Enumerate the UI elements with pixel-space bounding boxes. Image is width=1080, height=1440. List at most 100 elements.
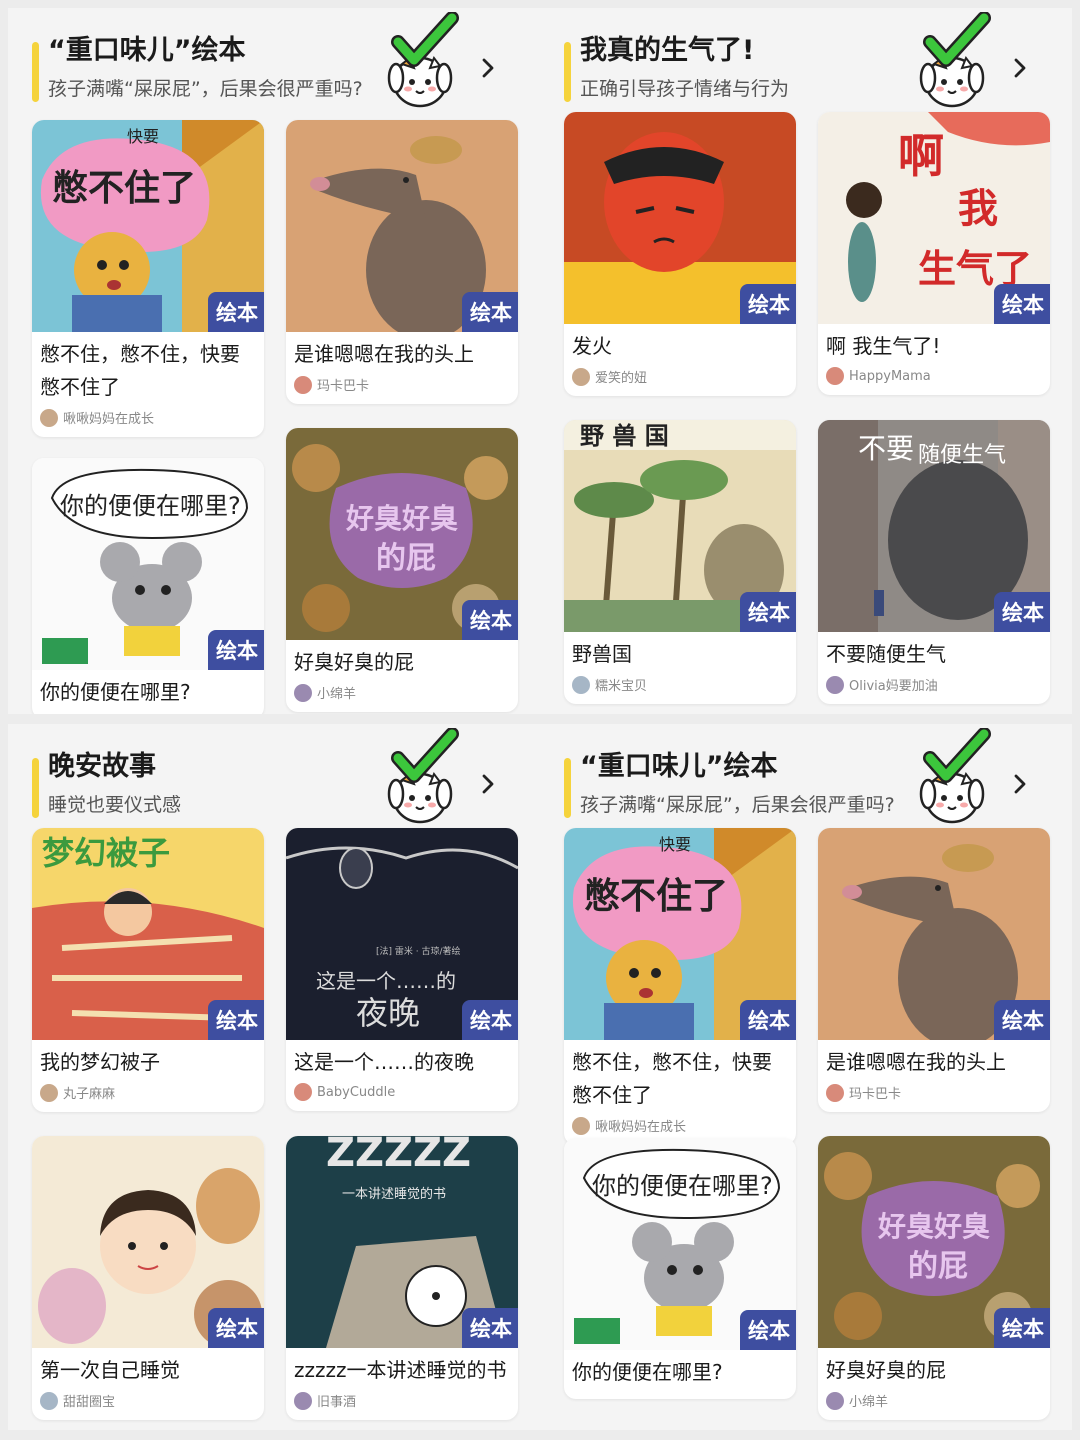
cat-checkmark-icon <box>912 728 994 826</box>
book-card[interactable]: 绘本 你的便便在哪里? <box>32 458 264 714</box>
author-row: Olivia妈要加油 <box>826 675 1042 694</box>
cover-fa-huo[interactable]: 绘本 <box>564 112 796 324</box>
author-name: Olivia妈要加油 <box>849 679 938 694</box>
cover-first-sleep[interactable]: 绘本 <box>32 1136 264 1348</box>
picture-book-badge: 绘本 <box>208 1000 264 1040</box>
book-card[interactable]: 绘本 发火 爱笑的妞 <box>564 112 796 396</box>
cover-dream-quilt[interactable]: 绘本 <box>32 828 264 1040</box>
collection-header[interactable]: “重口味儿”绘本 孩子满嘴“屎尿屁”，后果会很严重吗? <box>540 724 1072 836</box>
book-card[interactable]: 绘本 憋不住，憋不住，快要憋不住了 啾啾妈妈在成长 <box>32 120 264 437</box>
avatar <box>572 367 590 386</box>
chevron-right-icon[interactable] <box>474 54 502 82</box>
collection-panel: “重口味儿”绘本 孩子满嘴“屎尿屁”，后果会很严重吗? 绘本 憋不住，憋不住，快… <box>8 8 540 714</box>
book-card[interactable]: 绘本 啊 我生气了! HappyMama <box>818 112 1050 395</box>
collection-header[interactable]: “重口味儿”绘本 孩子满嘴“屎尿屁”，后果会很严重吗? <box>8 8 540 120</box>
cover-wild-things[interactable]: 绘本 <box>564 420 796 632</box>
cover-mole[interactable]: 绘本 <box>286 120 518 332</box>
book-title[interactable]: 憋不住，憋不住，快要憋不住了 <box>572 1046 788 1112</box>
book-title[interactable]: 憋不住，憋不住，快要憋不住了 <box>40 338 256 404</box>
book-card[interactable]: 绘本 我的梦幻被子 丸子麻麻 <box>32 828 264 1112</box>
avatar <box>40 1391 58 1410</box>
book-title[interactable]: 是谁嗯嗯在我的头上 <box>294 338 510 371</box>
picture-book-badge: 绘本 <box>208 292 264 332</box>
cover-mole[interactable]: 绘本 <box>818 828 1050 1040</box>
author-name: 旧事酒 <box>317 1395 357 1410</box>
accent-bar <box>32 42 39 102</box>
book-title[interactable]: 好臭好臭的屁 <box>294 646 510 679</box>
cover-fart[interactable]: 绘本 <box>286 428 518 640</box>
book-title[interactable]: 这是一个……的夜晚 <box>294 1046 510 1079</box>
book-card[interactable]: 绘本 第一次自己睡觉 甜甜圈宝 <box>32 1136 264 1420</box>
collection-title: 我真的生气了! <box>580 35 755 66</box>
book-title[interactable]: zzzzz一本讲述睡觉的书 <box>294 1354 510 1387</box>
avatar <box>294 1391 312 1410</box>
author-name: 小绵羊 <box>849 1395 889 1410</box>
avatar <box>40 1083 58 1102</box>
cover-bie-bu-zhu[interactable]: 绘本 <box>32 120 264 332</box>
cover-poop-mouse[interactable]: 绘本 <box>564 1138 796 1350</box>
picture-book-badge: 绘本 <box>740 1000 796 1040</box>
avatar <box>572 675 590 694</box>
collection-panel: “重口味儿”绘本 孩子满嘴“屎尿屁”，后果会很严重吗? 绘本 憋不住，憋不住，快… <box>540 724 1072 1430</box>
book-card[interactable]: 绘本 你的便便在哪里? <box>564 1138 796 1399</box>
book-card[interactable]: 绘本 憋不住，憋不住，快要憋不住了 啾啾妈妈在成长 <box>564 828 796 1145</box>
avatar <box>826 367 844 385</box>
book-title[interactable]: 野兽国 <box>572 638 788 671</box>
author-name: BabyCuddle <box>317 1084 396 1100</box>
collection-title: “重口味儿”绘本 <box>580 751 778 782</box>
accent-bar <box>564 758 571 818</box>
chevron-right-icon[interactable] <box>1006 54 1034 82</box>
picture-book-badge: 绘本 <box>208 1308 264 1348</box>
book-card[interactable]: 绘本 好臭好臭的屁 小绵羊 <box>286 428 518 712</box>
cover-night[interactable]: 绘本 <box>286 828 518 1040</box>
picture-book-badge: 绘本 <box>462 292 518 332</box>
author-row: 啾啾妈妈在成长 <box>40 408 256 427</box>
book-title[interactable]: 你的便便在哪里? <box>572 1356 788 1389</box>
cover-zzz-book[interactable]: 绘本 <box>286 1136 518 1348</box>
collection-header[interactable]: 我真的生气了! 正确引导孩子情绪与行为 <box>540 8 1072 120</box>
author-name: 玛卡巴卡 <box>849 1087 902 1102</box>
picture-book-badge: 绘本 <box>462 1000 518 1040</box>
book-card[interactable]: 绘本 野兽国 糯米宝贝 <box>564 420 796 704</box>
cover-dont-be-angry[interactable]: 绘本 <box>818 420 1050 632</box>
chevron-right-icon[interactable] <box>474 770 502 798</box>
book-title[interactable]: 好臭好臭的屁 <box>826 1354 1042 1387</box>
chevron-right-icon[interactable] <box>1006 770 1034 798</box>
picture-book-badge: 绘本 <box>462 1308 518 1348</box>
author-row: 甜甜圈宝 <box>40 1391 256 1410</box>
book-title[interactable]: 发火 <box>572 330 788 363</box>
book-card[interactable]: 绘本 是谁嗯嗯在我的头上 玛卡巴卡 <box>286 120 518 404</box>
collection-header[interactable]: 晚安故事 睡觉也要仪式感 <box>8 724 540 836</box>
picture-book-badge: 绘本 <box>994 1308 1050 1348</box>
book-title[interactable]: 你的便便在哪里? <box>40 676 256 709</box>
book-title[interactable]: 不要随便生气 <box>826 638 1042 671</box>
author-name: 甜甜圈宝 <box>63 1395 116 1410</box>
collection-subtitle: 睡觉也要仪式感 <box>48 794 182 816</box>
book-title[interactable]: 啊 我生气了! <box>826 330 1042 363</box>
author-row: 玛卡巴卡 <box>294 375 510 394</box>
book-card[interactable]: 绘本 这是一个……的夜晚 BabyCuddle <box>286 828 518 1111</box>
book-card[interactable]: 绘本 好臭好臭的屁 小绵羊 <box>818 1136 1050 1420</box>
book-title[interactable]: 第一次自己睡觉 <box>40 1354 256 1387</box>
author-name: 爱笑的妞 <box>595 371 648 386</box>
picture-book-badge: 绘本 <box>740 592 796 632</box>
book-card[interactable]: 绘本 不要随便生气 Olivia妈要加油 <box>818 420 1050 704</box>
author-row: HappyMama <box>826 367 1042 385</box>
collection-subtitle: 正确引导孩子情绪与行为 <box>580 78 790 100</box>
collection-panel: 我真的生气了! 正确引导孩子情绪与行为 绘本 发火 爱笑的妞 绘本 啊 我生气了… <box>540 8 1072 714</box>
avatar <box>40 408 58 427</box>
picture-book-badge: 绘本 <box>994 284 1050 324</box>
author-name: 玛卡巴卡 <box>317 379 370 394</box>
cover-bie-bu-zhu[interactable]: 绘本 <box>564 828 796 1040</box>
collection-title: 晚安故事 <box>48 751 156 782</box>
cover-poop-mouse[interactable]: 绘本 <box>32 458 264 670</box>
book-card[interactable]: 绘本 zzzzz一本讲述睡觉的书 旧事酒 <box>286 1136 518 1420</box>
book-title[interactable]: 我的梦幻被子 <box>40 1046 256 1079</box>
author-row: 啾啾妈妈在成长 <box>572 1116 788 1135</box>
cover-angry[interactable]: 绘本 <box>818 112 1050 324</box>
book-title[interactable]: 是谁嗯嗯在我的头上 <box>826 1046 1042 1079</box>
author-name: 糯米宝贝 <box>595 679 648 694</box>
accent-bar <box>32 758 39 818</box>
book-card[interactable]: 绘本 是谁嗯嗯在我的头上 玛卡巴卡 <box>818 828 1050 1112</box>
cover-fart[interactable]: 绘本 <box>818 1136 1050 1348</box>
